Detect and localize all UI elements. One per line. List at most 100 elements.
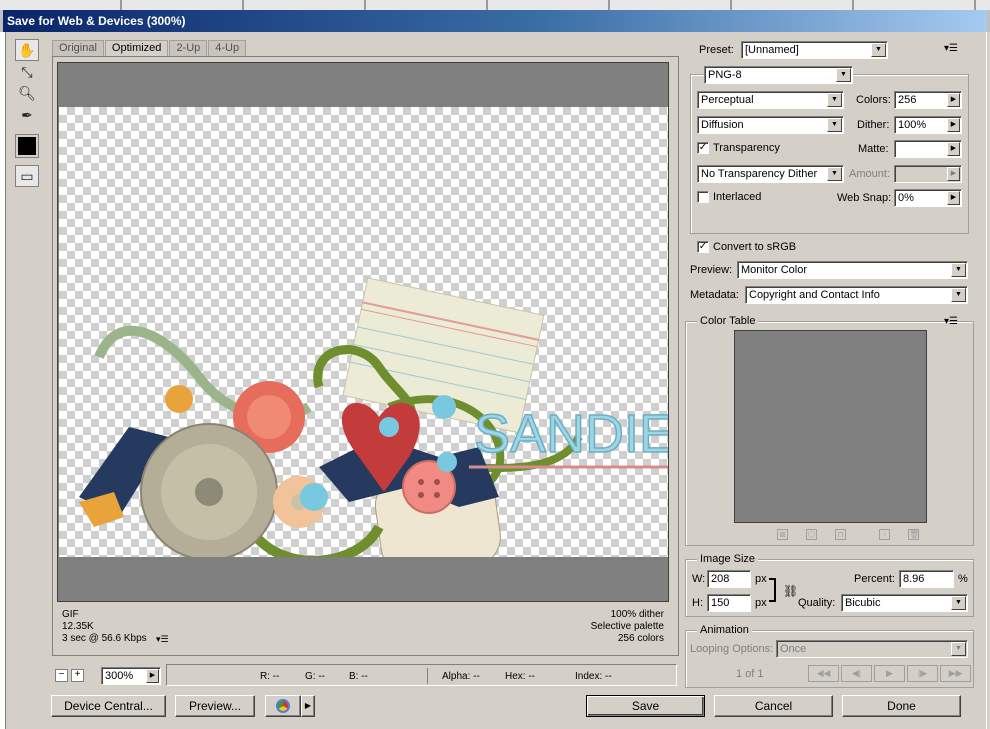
browser-preview-button[interactable] <box>265 695 301 717</box>
download-time: 3 sec @ 56.6 Kbps <box>62 633 147 644</box>
next-frame-icon[interactable]: |▶ <box>907 665 938 682</box>
index-readout: Index: -- <box>575 671 612 682</box>
web-shift-icon[interactable]: ⬡ <box>806 529 817 540</box>
convert-srgb-checkbox[interactable]: ✓ <box>697 241 709 253</box>
hand-tool-icon[interactable]: ✋ <box>15 39 39 61</box>
done-button[interactable]: Done <box>842 695 961 717</box>
map-color-icon[interactable]: ⊠ <box>777 529 788 540</box>
window-frame-left <box>0 32 6 729</box>
file-size: 12.35K <box>62 621 94 632</box>
zoom-tool-icon[interactable]: 🔍︎ <box>15 82 39 104</box>
zoom-in-button[interactable]: + <box>71 669 84 682</box>
dither-algo-value: Diffusion <box>701 119 744 131</box>
websnap-arrow-icon[interactable]: ▶ <box>947 191 960 205</box>
cancel-button[interactable]: Cancel <box>714 695 833 717</box>
tab-optimized[interactable]: Optimized <box>104 40 169 56</box>
matte-arrow-icon[interactable]: ▶ <box>947 142 960 156</box>
colors-label: Colors: <box>856 94 891 106</box>
color-table-menu-icon[interactable]: ▾☰ <box>944 316 958 327</box>
frame-count: 1 of 1 <box>736 668 764 680</box>
trans-dither-value: No Transparency Dither <box>701 168 818 180</box>
preview-dropdown[interactable]: Monitor Color ▼ <box>737 261 968 279</box>
window-title: Save for Web & Devices (300%) <box>3 10 987 32</box>
delete-color-icon[interactable]: 🗑︎ <box>908 529 919 540</box>
tab-2-up[interactable]: 2-Up <box>169 40 208 56</box>
red-readout: R: -- <box>260 671 280 682</box>
chain-link-icon[interactable]: ⛓ <box>783 584 798 598</box>
preview-button[interactable]: Preview... <box>175 695 255 717</box>
dither-arrow-icon[interactable]: ▶ <box>947 118 960 132</box>
percent-unit: % <box>958 573 968 585</box>
quality-dropdown[interactable]: Bicubic ▼ <box>841 594 968 612</box>
browser-icon <box>276 699 290 713</box>
browser-menu-arrow-icon[interactable]: ▶ <box>301 695 315 717</box>
zoom-value: 300% <box>105 670 134 682</box>
chevron-down-icon: ▼ <box>827 167 842 181</box>
preset-label: Preset: <box>699 44 734 56</box>
view-tabs: Original Optimized 2-Up 4-Up <box>52 40 247 56</box>
optimize-menu-icon[interactable]: ▾☰ <box>944 43 958 54</box>
preset-dropdown[interactable]: [Unnamed] ▼ <box>741 41 888 59</box>
transparency-label: Transparency <box>713 142 780 154</box>
toggle-slices-visibility-icon[interactable]: ▭ <box>15 165 39 187</box>
slice-select-tool-icon[interactable]: ⤡ <box>15 61 39 83</box>
matte-field[interactable]: ▶ <box>894 140 962 158</box>
height-field[interactable]: 150 <box>707 594 751 612</box>
preview-canvas[interactable]: SANDIE <box>57 62 669 602</box>
zoom-level-field[interactable]: 300% ▶ <box>101 667 161 685</box>
convert-srgb-label: Convert to sRGB <box>713 241 797 253</box>
preview-label: Preview: <box>690 264 733 276</box>
width-unit: px <box>755 573 767 585</box>
interlaced-checkbox[interactable] <box>697 191 709 203</box>
dither-field[interactable]: 100% ▶ <box>894 116 962 134</box>
zoom-menu-arrow-icon[interactable]: ▶ <box>146 669 159 683</box>
color-reduction-dropdown[interactable]: Perceptual ▼ <box>697 91 844 109</box>
amount-arrow-icon[interactable]: ▶ <box>947 167 960 181</box>
format-dropdown[interactable]: PNG-8 ▼ <box>704 66 853 84</box>
zoom-out-button[interactable]: − <box>55 669 68 682</box>
transparency-dither-dropdown[interactable]: No Transparency Dither ▼ <box>697 165 844 183</box>
format-value: PNG-8 <box>708 69 742 81</box>
play-icon[interactable]: ▶ <box>874 665 905 682</box>
colors-field[interactable]: 256 ▶ <box>894 91 962 109</box>
last-frame-icon[interactable]: ▶▶ <box>940 665 971 682</box>
chevron-down-icon: ▼ <box>827 118 842 132</box>
amount-field[interactable]: ▶ <box>894 165 962 183</box>
matte-label: Matte: <box>858 143 889 155</box>
width-value: 208 <box>711 573 730 585</box>
interlaced-label: Interlaced <box>713 191 762 203</box>
chevron-down-icon: ▼ <box>951 263 966 277</box>
percent-value: 8.96 <box>903 573 925 585</box>
blue-readout: B: -- <box>349 671 368 682</box>
preview-value: Monitor Color <box>741 264 808 276</box>
tab-4-up[interactable]: 4-Up <box>208 40 247 56</box>
color-table-swatches[interactable] <box>734 330 927 523</box>
hex-readout: Hex: -- <box>505 671 535 682</box>
eyedropper-color-swatch[interactable] <box>15 134 39 158</box>
looping-label: Looping Options: <box>690 643 774 655</box>
websnap-field[interactable]: 0% ▶ <box>894 189 962 207</box>
transparency-checkbox[interactable]: ✓ <box>697 142 709 154</box>
colors-arrow-icon[interactable]: ▶ <box>947 93 960 107</box>
scrapbook-cluster-image: SANDIE <box>79 277 668 557</box>
quality-value: Bicubic <box>845 597 881 609</box>
download-speed-menu-icon[interactable]: ▾☰ <box>156 634 169 645</box>
height-value: 150 <box>711 597 730 609</box>
save-button[interactable]: Save <box>586 695 705 717</box>
lock-color-icon[interactable]: ⊓ <box>835 529 846 540</box>
height-label: H: <box>692 597 703 609</box>
preset-value: [Unnamed] <box>745 44 799 56</box>
metadata-dropdown[interactable]: Copyright and Contact Info ▼ <box>745 286 968 304</box>
eyedropper-tool-icon[interactable]: ✒ <box>15 104 39 126</box>
previous-frame-icon[interactable]: ◀| <box>841 665 872 682</box>
looping-dropdown[interactable]: Once ▼ <box>776 640 968 658</box>
window-frame-right <box>986 32 990 729</box>
tab-original[interactable]: Original <box>52 40 104 56</box>
new-color-icon[interactable]: ▫ <box>879 529 890 540</box>
dither-algorithm-dropdown[interactable]: Diffusion ▼ <box>697 116 844 134</box>
percent-field[interactable]: 8.96 <box>899 570 954 588</box>
device-central-button[interactable]: Device Central... <box>51 695 166 717</box>
width-field[interactable]: 208 <box>707 570 751 588</box>
first-frame-icon[interactable]: ◀◀ <box>808 665 839 682</box>
quality-label: Quality: <box>798 597 836 609</box>
